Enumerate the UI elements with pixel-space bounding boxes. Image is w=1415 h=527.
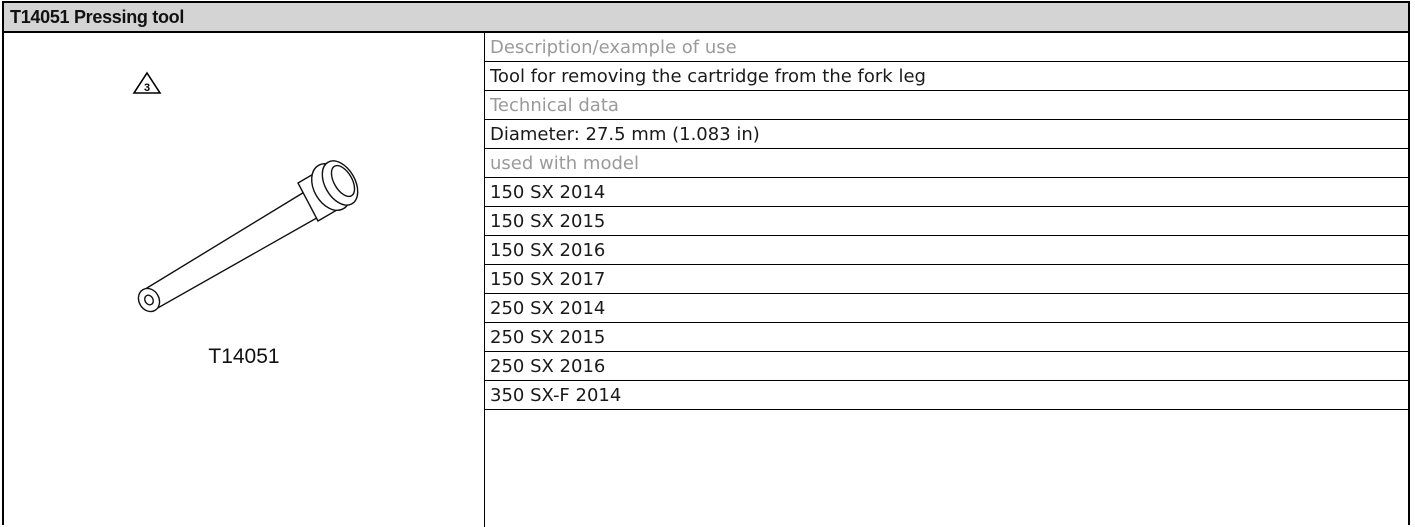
table-header: T14051 Pressing tool bbox=[4, 3, 1408, 33]
model-row: 250 SX 2014 bbox=[485, 294, 1408, 323]
model-row: 150 SX 2014 bbox=[485, 178, 1408, 207]
model-row: 150 SX 2015 bbox=[485, 207, 1408, 236]
part-number-label: T14051 bbox=[208, 345, 280, 368]
model-row: 350 SX-F 2014 bbox=[485, 381, 1408, 410]
illustration-cell: 3 T14051 bbox=[4, 33, 485, 527]
model-row: 250 SX 2016 bbox=[485, 352, 1408, 381]
description-label: Description/example of use bbox=[485, 33, 1408, 62]
pressing-tool-illustration bbox=[137, 160, 359, 313]
table-body: 3 T14051 Description/example of use Tool… bbox=[4, 33, 1408, 527]
model-row: 150 SX 2017 bbox=[485, 265, 1408, 294]
details-cell: Description/example of use Tool for remo… bbox=[485, 33, 1408, 527]
models-label: used with model bbox=[485, 149, 1408, 178]
description-value: Tool for removing the cartridge from the… bbox=[485, 62, 1408, 91]
technical-data-value: Diameter: 27.5 mm (1.083 in) bbox=[485, 120, 1408, 149]
tool-table: T14051 Pressing tool 3 T14051 Descriptio… bbox=[2, 1, 1410, 527]
tool-title: T14051 Pressing tool bbox=[10, 6, 185, 27]
warning-triangle-icon: 3 bbox=[132, 71, 162, 94]
technical-data-label: Technical data bbox=[485, 91, 1408, 120]
model-row: 250 SX 2015 bbox=[485, 323, 1408, 352]
warning-number: 3 bbox=[144, 82, 150, 94]
model-row: 150 SX 2016 bbox=[485, 236, 1408, 265]
